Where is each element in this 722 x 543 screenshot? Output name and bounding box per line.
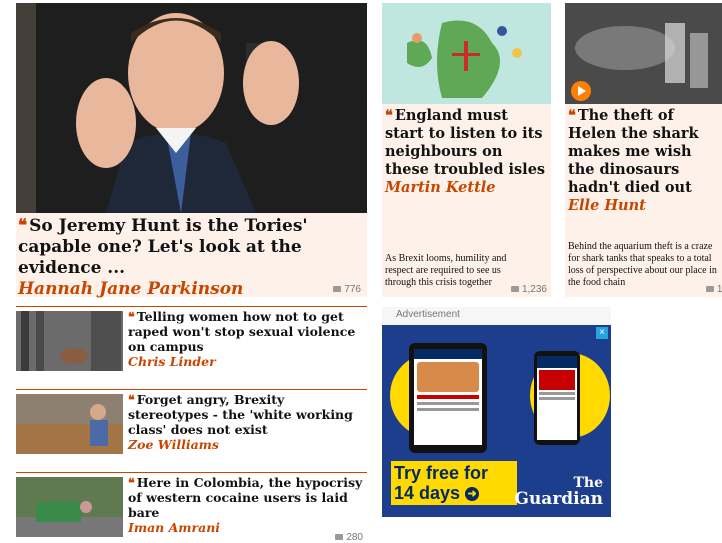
small-story-1[interactable]: ❝ Telling women how not to get raped won'… — [16, 306, 367, 371]
story-three-headline: The theft of Helen the shark makes me wi… — [568, 107, 699, 196]
quote-icon: ❝ — [385, 107, 393, 124]
main-story-comments[interactable]: 776 — [333, 284, 361, 295]
guardian-logo: The Guardian — [514, 475, 603, 509]
close-icon[interactable]: × — [596, 327, 608, 339]
small-story-3-text[interactable]: ❝ Here in Colombia, the hypocrisy of west… — [128, 475, 367, 535]
comment-icon — [335, 534, 344, 541]
ad-banner[interactable]: × Try free for 14 days ➜ The Guardian — [382, 325, 611, 517]
story-two-card[interactable]: ❝ England must start to listen to its nei… — [382, 3, 551, 297]
main-story-text[interactable]: ❝ So Jeremy Hunt is the Tories' capable o… — [18, 216, 363, 300]
small-story-3[interactable]: ❝ Here in Colombia, the hypocrisy of west… — [16, 472, 367, 543]
story-two-standfirst: As Brexit looms, humility and respect ar… — [385, 253, 507, 288]
arrow-right-icon: ➜ — [465, 487, 480, 502]
small-story-2[interactable]: ❝ Forget angry, Brexity stereotypes - the… — [16, 389, 367, 454]
story-three-text[interactable]: ❝ The theft of Helen the shark makes me w… — [568, 107, 718, 214]
main-story-headline: So Jeremy Hunt is the Tories' capable on… — [18, 216, 308, 278]
quote-icon: ❝ — [128, 475, 135, 490]
small-story-2-image[interactable] — [16, 394, 123, 454]
story-two-headline: England must start to listen to its neig… — [385, 107, 546, 178]
story-three-image[interactable] — [565, 3, 722, 104]
comment-icon — [333, 286, 342, 293]
story-two-comments[interactable]: 1,236 — [510, 284, 547, 295]
quote-icon: ❝ — [18, 216, 27, 236]
small-story-3-image[interactable] — [16, 477, 123, 537]
story-two-byline[interactable]: Martin Kettle — [385, 179, 548, 196]
story-three-comments[interactable]: 13 — [705, 284, 722, 295]
tablet-image — [409, 343, 487, 453]
jeremy-hunt-photo — [16, 3, 367, 213]
story-three-standfirst: Behind the aquarium theft is a craze for… — [568, 241, 717, 288]
small-story-2-text[interactable]: ❝ Forget angry, Brexity stereotypes - the… — [128, 392, 367, 452]
main-story-card[interactable]: ❝ So Jeremy Hunt is the Tories' capable o… — [16, 3, 367, 300]
small-story-1-text[interactable]: ❝ Telling women how not to get raped won'… — [128, 309, 367, 369]
story-two-text[interactable]: ❝ England must start to listen to its nei… — [385, 107, 548, 196]
story-three-byline[interactable]: Elle Hunt — [568, 197, 718, 214]
quote-icon: ❝ — [128, 309, 135, 324]
library-photo — [16, 311, 123, 371]
quote-icon: ❝ — [128, 392, 135, 407]
british-isles-illustration — [382, 3, 551, 104]
advertisement[interactable]: Advertisement × Try free for 14 days ➜ T… — [382, 307, 611, 517]
ad-cta[interactable]: Try free for 14 days ➜ — [391, 461, 517, 505]
main-story-byline[interactable]: Hannah Jane Parkinson — [18, 279, 363, 300]
small-story-1-image[interactable] — [16, 311, 123, 371]
ad-label: Advertisement — [396, 309, 460, 320]
comment-icon — [705, 286, 714, 293]
workshop-photo — [16, 394, 123, 454]
colombia-street-photo — [16, 477, 123, 537]
main-story-image[interactable] — [16, 3, 367, 213]
comment-icon — [510, 286, 519, 293]
story-two-image[interactable] — [382, 3, 551, 104]
story-three-card[interactable]: ❝ The theft of Helen the shark makes me w… — [565, 3, 722, 297]
phone-image — [534, 351, 580, 445]
small-story-3-comments[interactable]: 280 — [335, 532, 363, 543]
play-icon[interactable] — [571, 81, 591, 101]
quote-icon: ❝ — [568, 107, 576, 124]
